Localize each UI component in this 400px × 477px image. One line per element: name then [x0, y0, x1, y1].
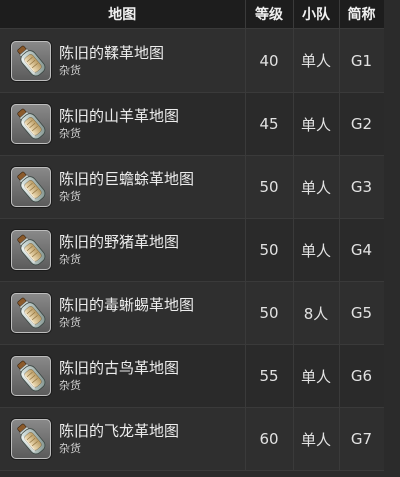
map-abbr-cell: G4: [339, 218, 385, 282]
treasure-map-icon[interactable]: [11, 356, 51, 396]
map-item-name[interactable]: 陈旧的毒蜥蜴革地图: [59, 295, 194, 315]
map-level-cell: 50: [245, 281, 294, 345]
map-party-cell: 8人: [293, 281, 340, 345]
map-item-text: 陈旧的鞣革地图 杂货: [59, 43, 164, 79]
map-item-category: 杂货: [59, 253, 81, 266]
map-item-category: 杂货: [59, 379, 81, 392]
map-item-name[interactable]: 陈旧的飞龙革地图: [59, 421, 179, 441]
map-item-name[interactable]: 陈旧的巨蟾蜍革地图: [59, 169, 194, 189]
map-item[interactable]: 陈旧的野猪革地图 杂货: [11, 219, 245, 281]
map-level-cell: 50: [245, 218, 294, 282]
table-header-row: 地图 等级 小队 简称: [0, 0, 385, 29]
map-item-text: 陈旧的山羊革地图 杂货: [59, 106, 179, 142]
map-item-name[interactable]: 陈旧的鞣革地图: [59, 43, 164, 63]
map-item[interactable]: 陈旧的古鸟革地图 杂货: [11, 345, 245, 407]
map-party-cell: 单人: [293, 344, 340, 408]
map-name-cell: 陈旧的鞣革地图 杂货: [0, 28, 246, 93]
map-abbr-cell: G5: [339, 281, 385, 345]
map-level-cell: 60: [245, 407, 294, 471]
table-row[interactable]: 陈旧的巨蟾蜍革地图 杂货 50 单人 G3: [0, 155, 385, 219]
map-item-category: 杂货: [59, 442, 81, 455]
map-item-category: 杂货: [59, 127, 81, 140]
map-name-cell: 陈旧的古鸟革地图 杂货: [0, 344, 246, 408]
map-abbr-cell: G2: [339, 92, 385, 156]
table-row[interactable]: 陈旧的毒蜥蜴革地图 杂货 50 8人 G5: [0, 281, 385, 345]
map-item-name[interactable]: 陈旧的野猪革地图: [59, 232, 179, 252]
treasure-map-icon[interactable]: [11, 293, 51, 333]
map-item[interactable]: 陈旧的山羊革地图 杂货: [11, 93, 245, 155]
table-row[interactable]: 陈旧的山羊革地图 杂货 45 单人 G2: [0, 92, 385, 156]
table-row[interactable]: 陈旧的古鸟革地图 杂货 55 单人 G6: [0, 344, 385, 408]
column-header-party[interactable]: 小队: [293, 0, 340, 29]
map-abbr-cell: G3: [339, 155, 385, 219]
map-name-cell: 陈旧的山羊革地图 杂货: [0, 92, 246, 156]
map-name-cell: 陈旧的巨蟾蜍革地图 杂货: [0, 155, 246, 219]
treasure-map-table: 地图 等级 小队 简称 陈旧的鞣革地图 杂货 40 单人 G1 陈旧的山羊革地图…: [0, 0, 385, 471]
map-level-cell: 50: [245, 155, 294, 219]
table-row[interactable]: 陈旧的鞣革地图 杂货 40 单人 G1: [0, 28, 385, 93]
map-item[interactable]: 陈旧的巨蟾蜍革地图 杂货: [11, 156, 245, 218]
map-party-cell: 单人: [293, 218, 340, 282]
map-abbr-cell: G1: [339, 28, 385, 93]
map-party-cell: 单人: [293, 28, 340, 93]
treasure-map-icon[interactable]: [11, 40, 51, 81]
map-item[interactable]: 陈旧的毒蜥蜴革地图 杂货: [11, 282, 245, 344]
map-name-cell: 陈旧的野猪革地图 杂货: [0, 218, 246, 282]
table-row[interactable]: 陈旧的野猪革地图 杂货 50 单人 G4: [0, 218, 385, 282]
map-party-cell: 单人: [293, 155, 340, 219]
map-item[interactable]: 陈旧的飞龙革地图 杂货: [11, 408, 245, 470]
map-item-category: 杂货: [59, 63, 81, 77]
treasure-map-icon[interactable]: [11, 230, 51, 270]
map-abbr-cell: G7: [339, 407, 385, 471]
map-party-cell: 单人: [293, 92, 340, 156]
treasure-map-icon[interactable]: [11, 419, 51, 459]
map-item-name[interactable]: 陈旧的古鸟革地图: [59, 358, 179, 378]
map-item-name[interactable]: 陈旧的山羊革地图: [59, 106, 179, 126]
column-header-abbr[interactable]: 简称: [339, 0, 385, 29]
page-gutter: [384, 0, 400, 477]
map-level-cell: 40: [245, 28, 294, 93]
map-item-text: 陈旧的古鸟革地图 杂货: [59, 358, 179, 394]
column-header-name[interactable]: 地图: [0, 0, 246, 29]
map-name-cell: 陈旧的飞龙革地图 杂货: [0, 407, 246, 471]
treasure-map-icon[interactable]: [11, 104, 51, 144]
map-level-cell: 45: [245, 92, 294, 156]
treasure-map-icon[interactable]: [11, 167, 51, 207]
map-item-text: 陈旧的巨蟾蜍革地图 杂货: [59, 169, 194, 205]
map-level-cell: 55: [245, 344, 294, 408]
column-header-level[interactable]: 等级: [245, 0, 294, 29]
map-item-text: 陈旧的飞龙革地图 杂货: [59, 421, 179, 457]
map-item-text: 陈旧的毒蜥蜴革地图 杂货: [59, 295, 194, 331]
table-row[interactable]: 陈旧的飞龙革地图 杂货 60 单人 G7: [0, 407, 385, 471]
map-item-text: 陈旧的野猪革地图 杂货: [59, 232, 179, 268]
map-name-cell: 陈旧的毒蜥蜴革地图 杂货: [0, 281, 246, 345]
map-item[interactable]: 陈旧的鞣革地图 杂货: [11, 29, 245, 92]
table-body: 陈旧的鞣革地图 杂货 40 单人 G1 陈旧的山羊革地图 杂货 45 单人 G2…: [0, 28, 385, 471]
map-party-cell: 单人: [293, 407, 340, 471]
map-item-category: 杂货: [59, 190, 81, 203]
map-item-category: 杂货: [59, 316, 81, 329]
map-abbr-cell: G6: [339, 344, 385, 408]
